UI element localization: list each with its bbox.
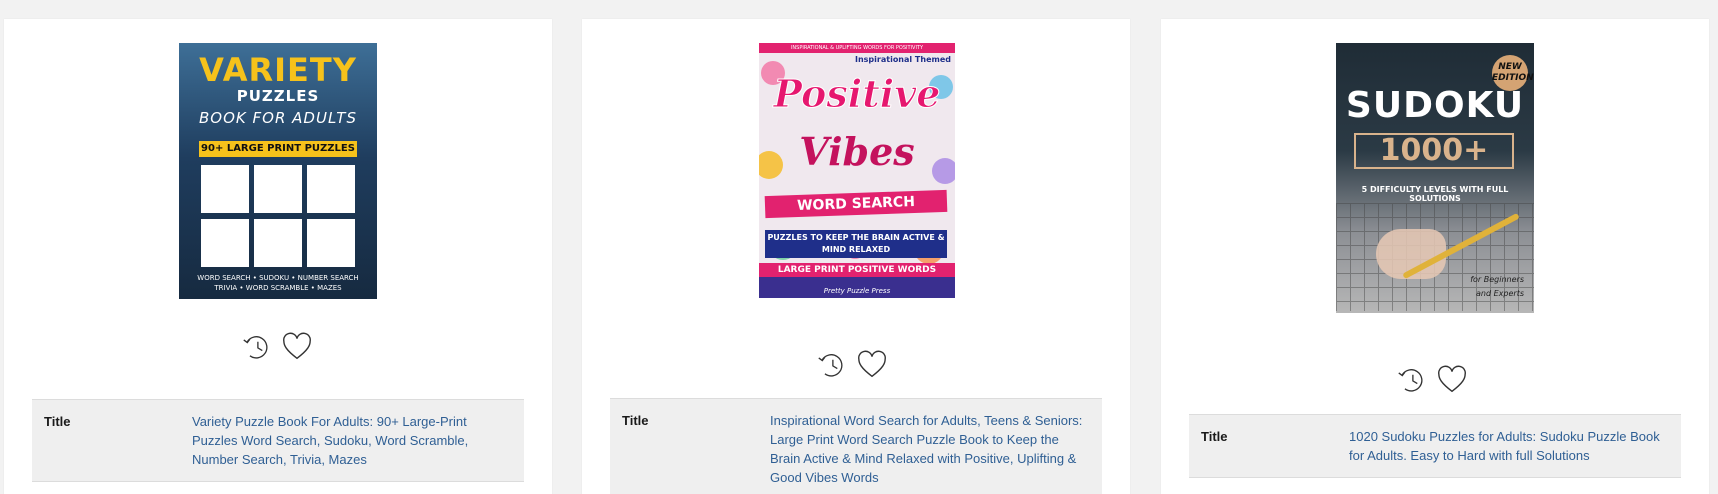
- title-label: Title: [1201, 429, 1228, 444]
- cover-publisher: Pretty Puzzle Press: [823, 287, 891, 295]
- cover-top-strip: INSPIRATIONAL & UPLIFTING WORDS FOR POSI…: [759, 43, 955, 53]
- product-card: INSPIRATIONAL & UPLIFTING WORDS FOR POSI…: [582, 19, 1130, 494]
- puzzle-thumb: [201, 165, 249, 213]
- card-actions: [817, 350, 887, 380]
- title-label: Title: [44, 414, 71, 429]
- puzzle-thumb: [254, 165, 302, 213]
- book-cover[interactable]: VARIETY PUZZLES BOOK FOR ADULTS 90+ LARG…: [179, 43, 377, 299]
- puzzle-thumb: [307, 219, 355, 267]
- cover-number: 1000+: [1354, 133, 1514, 169]
- book-cover[interactable]: INSPIRATIONAL & UPLIFTING WORDS FOR POSI…: [759, 43, 955, 298]
- puzzle-thumb: [254, 219, 302, 267]
- cover-word-positive: Positive: [773, 71, 941, 117]
- book-cover[interactable]: NEW EDITION SUDOKU 1000+ 5 DIFFICULTY LE…: [1336, 43, 1534, 313]
- cover-band: 90+ LARGE PRINT PUZZLES: [199, 141, 357, 157]
- details-row: Title Inspirational Word Search for Adul…: [610, 398, 1102, 494]
- title-link[interactable]: Variety Puzzle Book For Adults: 90+ Larg…: [192, 412, 512, 469]
- product-card: VARIETY PUZZLES BOOK FOR ADULTS 90+ LARG…: [4, 19, 552, 494]
- card-actions: [1397, 365, 1467, 395]
- heart-icon[interactable]: [1437, 365, 1467, 395]
- cover-word-vibes: Vibes: [799, 129, 915, 174]
- cover-sub: 5 DIFFICULTY LEVELS WITH FULL SOLUTIONS: [1361, 185, 1509, 203]
- product-card: NEW EDITION SUDOKU 1000+ 5 DIFFICULTY LE…: [1161, 19, 1709, 494]
- cover-title: VARIETY: [199, 51, 357, 89]
- title-link[interactable]: 1020 Sudoku Puzzles for Adults: Sudoku P…: [1349, 427, 1669, 465]
- details-row: Title Variety Puzzle Book For Adults: 90…: [32, 399, 524, 482]
- cover-tagline: BOOK FOR ADULTS: [199, 109, 357, 127]
- cover-subtitle: PUZZLES: [236, 87, 320, 105]
- puzzle-thumb: [307, 165, 355, 213]
- cover-footer: WORD SEARCH • SUDOKU • NUMBER SEARCH TRI…: [197, 274, 359, 292]
- cover-title: SUDOKU: [1345, 85, 1525, 126]
- cover-large-print: LARGE PRINT POSITIVE WORDS: [759, 263, 955, 277]
- cover-sub: PUZZLES TO KEEP THE BRAIN ACTIVE & MIND …: [765, 230, 947, 258]
- card-actions: [242, 332, 312, 362]
- history-clock-icon[interactable]: [817, 350, 847, 380]
- heart-icon[interactable]: [282, 332, 312, 362]
- title-link[interactable]: Inspirational Word Search for Adults, Te…: [770, 411, 1090, 487]
- puzzle-thumb: [201, 219, 249, 267]
- history-clock-icon[interactable]: [242, 332, 272, 362]
- cover-tagline: for Beginners and Experts: [1470, 275, 1524, 298]
- history-clock-icon[interactable]: [1397, 365, 1427, 395]
- heart-icon[interactable]: [857, 350, 887, 380]
- title-label: Title: [622, 413, 649, 428]
- details-row: Title 1020 Sudoku Puzzles for Adults: Su…: [1189, 414, 1681, 478]
